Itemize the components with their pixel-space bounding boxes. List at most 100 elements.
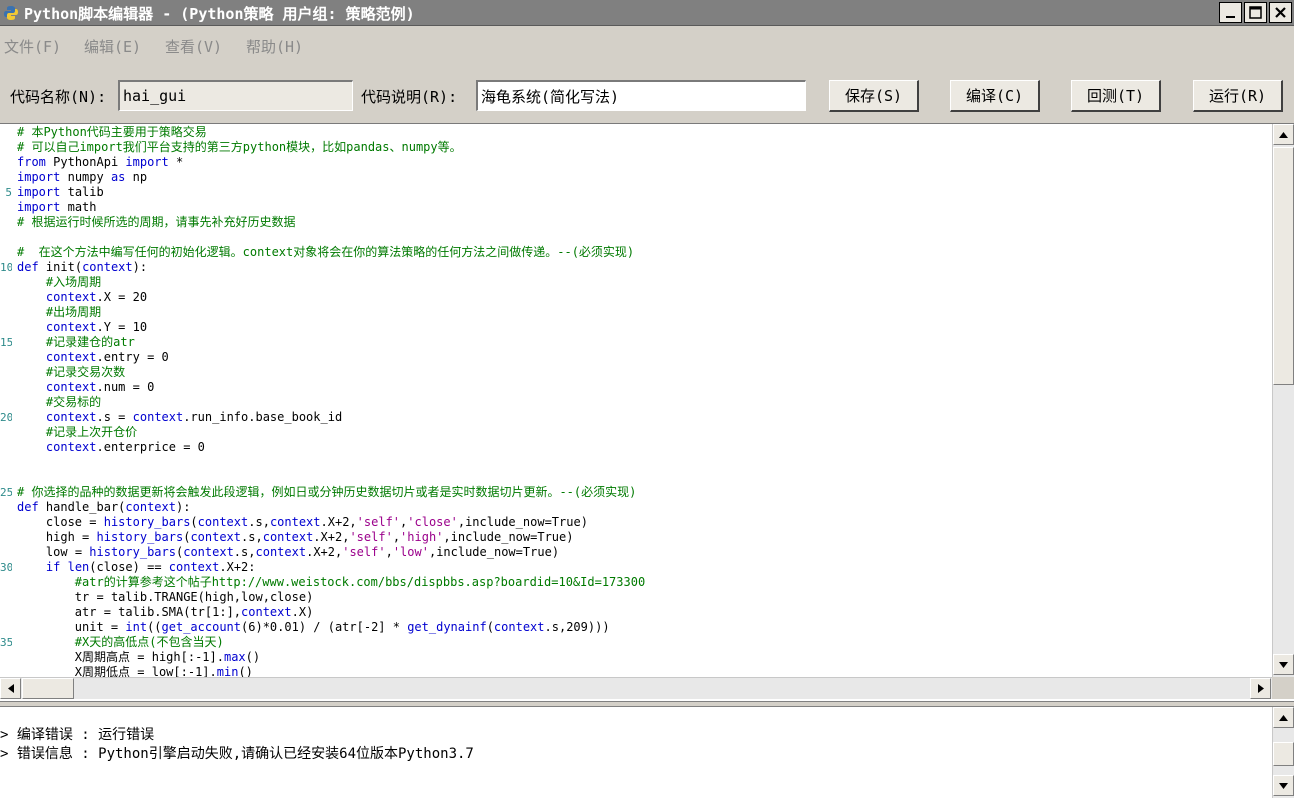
backtest-button[interactable]: 回测(T) bbox=[1071, 80, 1161, 112]
code-line[interactable]: # 根据运行时候所选的周期，请事先补充好历史数据 bbox=[0, 215, 1272, 230]
code-line[interactable]: # 可以自己import我们平台支持的第三方python模块，比如pandas、… bbox=[0, 140, 1272, 155]
code-text: # 你选择的品种的数据更新将会触发此段逻辑，例如日或分钟历史数据切片或者是实时数… bbox=[17, 485, 637, 499]
line-number: 35 bbox=[0, 636, 12, 649]
code-line[interactable]: high = history_bars(context.s,context.X+… bbox=[0, 530, 1272, 545]
code-text: def init(context): bbox=[17, 260, 148, 274]
arrow-down-icon bbox=[1279, 661, 1288, 668]
scroll-thumb-horizontal[interactable] bbox=[22, 678, 74, 699]
output-scroll-thumb[interactable] bbox=[1273, 742, 1294, 766]
minimize-button[interactable] bbox=[1219, 2, 1242, 23]
code-line[interactable]: import numpy as np bbox=[0, 170, 1272, 185]
code-text: context.Y = 10 bbox=[45, 320, 148, 334]
output-vertical-scrollbar[interactable] bbox=[1272, 707, 1294, 798]
line-number: 10 bbox=[0, 261, 12, 274]
scroll-up-button[interactable] bbox=[1273, 124, 1294, 145]
code-line[interactable]: import math bbox=[0, 200, 1272, 215]
menu-help[interactable]: 帮助(H) bbox=[246, 36, 303, 57]
code-text: tr = talib.TRANGE(high,low,close) bbox=[74, 590, 314, 604]
scroll-down-button[interactable] bbox=[1273, 654, 1294, 675]
code-text: #记录上次开仓价 bbox=[17, 425, 138, 439]
code-line[interactable]: 20 context.s = context.run_info.base_boo… bbox=[0, 410, 1272, 425]
code-text: atr = talib.SMA(tr[1:],context.X) bbox=[74, 605, 314, 619]
code-text: X周期低点 = low[:-1].min() bbox=[74, 665, 253, 677]
menu-file[interactable]: 文件(F) bbox=[4, 36, 61, 57]
editor-vertical-scrollbar[interactable] bbox=[1272, 124, 1294, 677]
code-line[interactable]: from PythonApi import * bbox=[0, 155, 1272, 170]
line-number: 30 bbox=[0, 561, 12, 574]
code-line[interactable]: context.enterprice = 0 bbox=[0, 440, 1272, 455]
code-desc-label: 代码说明(R): bbox=[361, 88, 458, 106]
minimize-icon bbox=[1225, 15, 1235, 18]
code-line[interactable]: low = history_bars(context.s,context.X+2… bbox=[0, 545, 1272, 560]
code-editor[interactable]: # 本Python代码主要用于策略交易 # 可以自己import我们平台支持的第三… bbox=[0, 123, 1294, 701]
code-text: low = history_bars(context.s,context.X+2… bbox=[45, 545, 560, 559]
code-line[interactable] bbox=[0, 455, 1272, 470]
code-text: #交易标的 bbox=[17, 395, 102, 409]
scroll-right-button[interactable] bbox=[1250, 678, 1271, 699]
output-line: > 编译错误 : 运行错误 bbox=[0, 727, 155, 743]
code-line[interactable]: 35 #X天的高低点(不包含当天) bbox=[0, 635, 1272, 650]
code-line[interactable]: #atr的计算参考这个帖子http://www.weistock.com/bbs… bbox=[0, 575, 1272, 590]
run-button[interactable]: 运行(R) bbox=[1193, 80, 1283, 112]
code-line[interactable]: close = history_bars(context.s,context.X… bbox=[0, 515, 1272, 530]
code-name-input[interactable] bbox=[118, 80, 353, 111]
arrow-right-icon bbox=[1257, 684, 1264, 693]
menu-view[interactable]: 查看(V) bbox=[165, 36, 222, 57]
code-line[interactable] bbox=[0, 470, 1272, 485]
code-text: # 可以自己import我们平台支持的第三方python模块，比如pandas、… bbox=[17, 140, 462, 154]
scroll-thumb-vertical[interactable] bbox=[1273, 147, 1294, 385]
menu-edit[interactable]: 编辑(E) bbox=[84, 36, 141, 57]
code-line[interactable]: context.X = 20 bbox=[0, 290, 1272, 305]
code-line[interactable]: unit = int((get_account(6)*0.01) / (atr[… bbox=[0, 620, 1272, 635]
arrow-down-icon bbox=[1279, 782, 1288, 789]
code-line[interactable]: tr = talib.TRANGE(high,low,close) bbox=[0, 590, 1272, 605]
line-number: 25 bbox=[0, 486, 12, 499]
code-line[interactable]: 15 #记录建仓的atr bbox=[0, 335, 1272, 350]
code-line[interactable] bbox=[0, 230, 1272, 245]
maximize-button[interactable] bbox=[1244, 2, 1267, 23]
code-line[interactable]: #出场周期 bbox=[0, 305, 1272, 320]
editor-horizontal-scrollbar[interactable] bbox=[0, 677, 1272, 699]
code-line[interactable]: 10 def init(context): bbox=[0, 260, 1272, 275]
code-line[interactable]: context.num = 0 bbox=[0, 380, 1272, 395]
scroll-corner bbox=[1272, 677, 1294, 699]
output-scroll-down-button[interactable] bbox=[1273, 775, 1294, 796]
code-text: X周期高点 = high[:-1].max() bbox=[74, 650, 261, 664]
code-line[interactable]: def handle_bar(context): bbox=[0, 500, 1272, 515]
save-button[interactable]: 保存(S) bbox=[829, 80, 919, 112]
close-button[interactable] bbox=[1269, 2, 1292, 23]
code-text: context.X = 20 bbox=[45, 290, 148, 304]
code-text: import math bbox=[17, 200, 97, 214]
code-line[interactable]: 30 if len(close) == context.X+2: bbox=[0, 560, 1272, 575]
code-text: def handle_bar(context): bbox=[17, 500, 191, 514]
code-text: context.num = 0 bbox=[45, 380, 155, 394]
code-line[interactable]: # 本Python代码主要用于策略交易 bbox=[0, 125, 1272, 140]
code-text: if len(close) == context.X+2: bbox=[45, 560, 256, 574]
scroll-left-button[interactable] bbox=[0, 678, 21, 699]
code-line[interactable]: #记录上次开仓价 bbox=[0, 425, 1272, 440]
code-area[interactable]: # 本Python代码主要用于策略交易 # 可以自己import我们平台支持的第三… bbox=[0, 124, 1272, 677]
code-text: context.enterprice = 0 bbox=[45, 440, 205, 454]
code-line[interactable]: X周期低点 = low[:-1].min() bbox=[0, 665, 1272, 677]
code-text: import talib bbox=[17, 185, 104, 199]
code-line[interactable]: #记录交易次数 bbox=[0, 365, 1272, 380]
code-line[interactable]: context.Y = 10 bbox=[0, 320, 1272, 335]
code-text: context.entry = 0 bbox=[45, 350, 169, 364]
code-line[interactable]: #交易标的 bbox=[0, 395, 1272, 410]
code-line[interactable]: X周期高点 = high[:-1].max() bbox=[0, 650, 1272, 665]
code-line[interactable]: atr = talib.SMA(tr[1:],context.X) bbox=[0, 605, 1272, 620]
code-text: context.s = context.run_info.base_book_i… bbox=[45, 410, 343, 424]
code-line[interactable]: 25 # 你选择的品种的数据更新将会触发此段逻辑，例如日或分钟历史数据切片或者是实… bbox=[0, 485, 1272, 500]
code-text: #出场周期 bbox=[17, 305, 102, 319]
code-text: close = history_bars(context.s,context.X… bbox=[45, 515, 588, 529]
code-text: #X天的高低点(不包含当天) bbox=[17, 635, 224, 649]
line-number: 20 bbox=[0, 411, 12, 424]
code-line[interactable]: # 在这个方法中编写任何的初始化逻辑。context对象将会在你的算法策略的任何… bbox=[0, 245, 1272, 260]
code-desc-input[interactable] bbox=[476, 80, 806, 111]
menu-bar: 文件(F) 编辑(E) 查看(V) 帮助(H) bbox=[0, 27, 1294, 65]
code-line[interactable]: 5 import talib bbox=[0, 185, 1272, 200]
output-scroll-up-button[interactable] bbox=[1273, 707, 1294, 728]
compile-button[interactable]: 编译(C) bbox=[950, 80, 1040, 112]
code-line[interactable]: context.entry = 0 bbox=[0, 350, 1272, 365]
code-line[interactable]: #入场周期 bbox=[0, 275, 1272, 290]
